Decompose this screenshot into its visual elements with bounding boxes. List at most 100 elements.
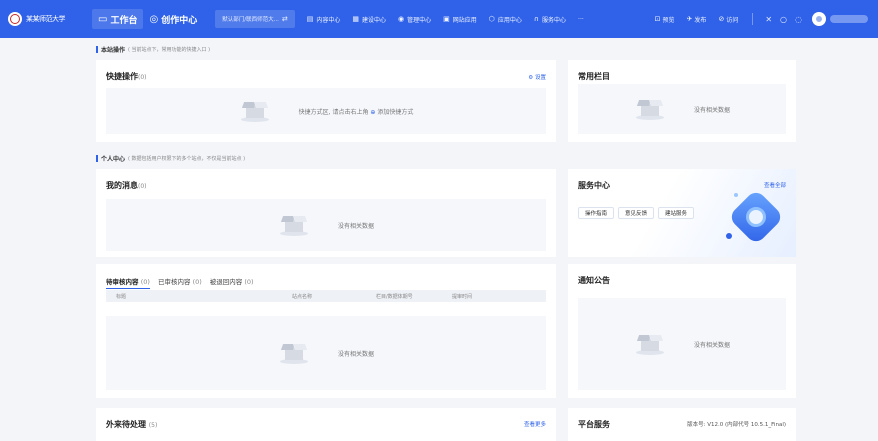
visit-icon: ⊘ [718,15,725,23]
nav-web-apps[interactable]: ▣ 网站应用 [437,15,483,24]
divider [752,13,754,25]
nav-content-center[interactable]: ▤ 内容中心 [301,15,347,24]
guide-button[interactable]: 操作指南 [578,207,615,219]
site-selector-value: 默认部门/联西师范大... [222,17,279,23]
quick-ops-empty: 快捷方式区, 请点击右上角 ⊕ 添加快捷方式 [106,88,546,134]
publish-label: 发布 [694,16,707,24]
quick-ops-title: 快捷操作(0) [106,71,147,82]
messages-title: 我的消息(0) [106,180,147,191]
manage-icon: ◉ [397,15,405,23]
nav-label: 管理中心 [407,16,432,24]
view-all-link[interactable]: 查看全部 [764,181,786,189]
messages-empty-text: 没有相关数据 [337,222,374,230]
tab-count: (0) [192,278,202,286]
nav-app-center[interactable]: ⬡ 应用中心 [483,15,528,24]
external-title-text: 外来待处理 [106,420,146,429]
nav-build-center[interactable]: ▦ 建设中心 [346,15,392,24]
publish-button[interactable]: ✈ 发布 [681,15,713,24]
site-ops-heading: 本站操作 ( 当前站点下，常用功能的快捷入口 ) [96,45,210,54]
preview-label: 预览 [662,16,675,24]
tab-label: 待审核内容 [106,278,139,286]
service-illustration-icon [726,188,785,246]
notification-icon[interactable]: ◌ [791,15,806,24]
tab-label: 被退回内容 [209,278,243,286]
tab-pending-review[interactable]: 待审核内容 (0) [106,276,150,289]
build-icon: ▦ [352,15,359,23]
logo-text: 某某师范大学 [26,15,66,23]
feedback-button[interactable]: 意见反馈 [618,207,655,219]
publish-icon: ✈ [686,15,693,23]
site-service-button[interactable]: 建站服务 [658,207,695,219]
external-pending-card: 外来待处理 (5) 查看更多 [96,408,556,441]
avatar[interactable] [812,12,826,26]
external-title: 外来待处理 (5) [106,419,157,430]
visit-label: 访问 [726,16,739,24]
preview-button[interactable]: ⊡ 预览 [649,15,681,24]
seal-icon [8,12,22,26]
creation-center-label: 创作中心 [161,15,198,26]
column-header[interactable]: 提审时间 [452,293,472,300]
review-tabs: 待审核内容 (0) 已审核内容 (0) 被退回内容 (0) [106,276,262,289]
workbench-label: 工作台 [110,15,138,26]
university-logo[interactable]: 某某师范大学 [8,9,84,29]
more-label: ··· [578,15,584,23]
quick-ops-count: (0) [138,74,147,81]
external-count: (5) [148,422,158,429]
tab-count: (0) [244,278,254,286]
username-placeholder[interactable] [830,15,868,23]
column-header[interactable]: 站点名称 [292,293,312,300]
workbench-button[interactable]: ▭ 工作台 [92,9,144,29]
quick-ops-empty-prefix: 快捷方式区, 请点击右上角 [298,108,369,116]
messages-count: (0) [138,183,147,190]
tab-label: 已审核内容 [157,278,191,286]
monitor-icon: ▭ [98,13,108,25]
common-columns-empty: 没有相关数据 [578,84,786,134]
compass-icon: ◎ [149,13,159,25]
view-more-link[interactable]: 查看更多 [524,420,546,428]
empty-box-icon [278,214,310,236]
nav-service-center[interactable]: ∩ 服务中心 [528,15,572,24]
nav-label: 网站应用 [452,16,477,24]
preview-icon: ⊡ [654,15,661,23]
review-empty: 没有相关数据 [106,316,546,390]
nav-more[interactable]: ··· [572,16,590,23]
heading-marker [96,155,98,162]
site-ops-title: 本站操作 [101,47,126,54]
messages-title-text: 我的消息 [106,181,138,190]
creation-center-button[interactable]: ◎ 创作中心 [143,9,203,29]
heading-marker [96,46,98,53]
site-ops-desc: ( 当前站点下，常用功能的快捷入口 ) [128,47,211,53]
nav-label: 建设中心 [361,16,386,24]
personal-title: 个人中心 [101,156,126,163]
nav-label: 应用中心 [497,16,522,24]
tab-count: (0) [140,278,150,286]
top-navigation-bar: 某某师范大学 ▭ 工作台 ◎ 创作中心 默认部门/联西师范大... ⇄ ▤ 内容… [0,0,878,38]
close-icon[interactable]: ✕ [761,15,776,24]
review-empty-text: 没有相关数据 [337,350,374,358]
document-icon: ▤ [306,15,314,23]
nav-label: 服务中心 [542,16,567,24]
headset-icon: ∩ [533,15,540,23]
column-header[interactable]: 标题 [116,293,126,300]
add-circle-icon[interactable]: ⊕ [370,109,375,116]
quick-ops-empty-text: 快捷方式区, 请点击右上角 ⊕ 添加快捷方式 [299,107,414,116]
platform-title: 平台服务 [578,420,610,429]
quick-ops-empty-action: 添加快捷方式 [377,108,414,116]
messages-card: 我的消息(0) 没有相关数据 [96,169,556,257]
visit-button[interactable]: ⊘ 访问 [712,15,744,24]
platform-services-card: 平台服务 版本号: V12.0 (内部代号 10.5.1_Final) [568,408,796,441]
nav-manage-center[interactable]: ◉ 管理中心 [392,15,437,24]
notices-empty: 没有相关数据 [578,298,786,390]
empty-box-icon [278,342,310,364]
tab-returned[interactable]: 被退回内容 (0) [210,276,254,289]
empty-box-icon [634,98,666,120]
search-icon[interactable]: ○ [776,15,791,24]
site-selector[interactable]: 默认部门/联西师范大... ⇄ [215,10,295,28]
personal-heading: 个人中心 ( 数据包括用户权限下的多个站点，不仅是当前站点 ) [96,154,245,163]
quick-ops-settings-link[interactable]: ⚙ 设置 [528,73,546,81]
settings-label: 设置 [534,75,546,81]
empty-box-icon [634,333,666,355]
column-header[interactable]: 栏目/数据体期号 [376,293,413,300]
tab-reviewed[interactable]: 已审核内容 (0) [158,276,202,289]
messages-empty: 没有相关数据 [106,199,546,251]
